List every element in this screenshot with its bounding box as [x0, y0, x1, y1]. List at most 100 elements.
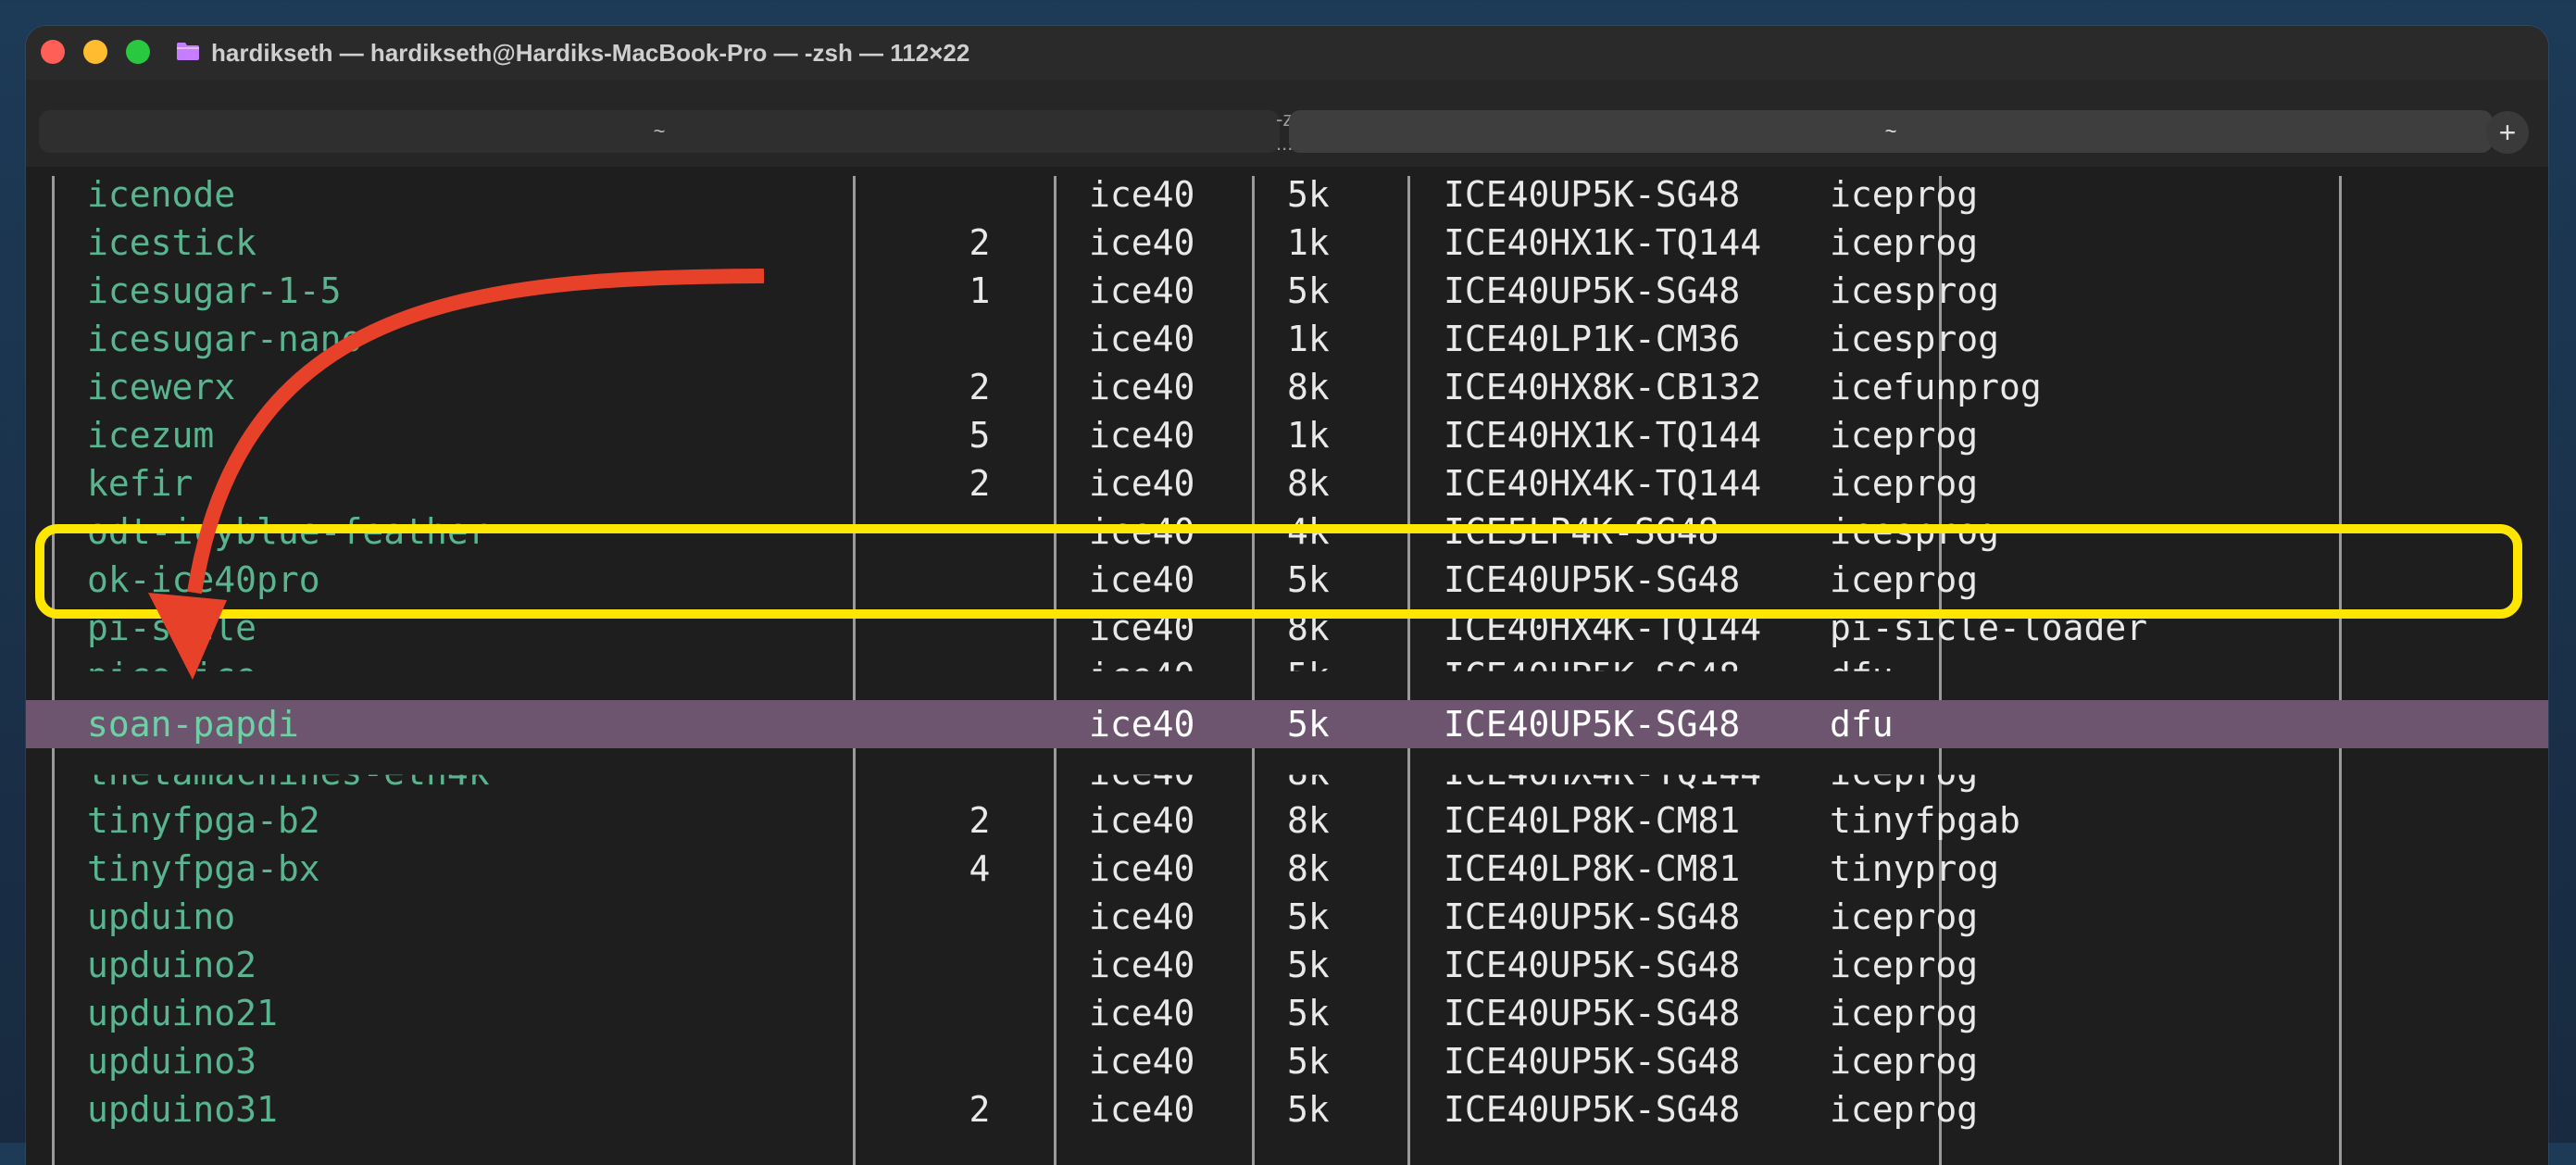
programmer: iceprog — [1830, 993, 1979, 1033]
terminal-output[interactable]: icenode ice40 5k ICE40UP5K-SG48 iceprog icest… — [26, 167, 2548, 1165]
fpga-package: ICE40LP1K-CM36 — [1444, 319, 1741, 359]
fpga-size: 5k — [1287, 945, 1330, 985]
board-count: 1 — [969, 270, 991, 311]
fpga-family: ice40 — [1089, 896, 1195, 937]
board-name: upduino21 — [87, 993, 278, 1033]
board-name: icesugar-1-5 — [87, 270, 342, 311]
fpga-size: 1k — [1287, 319, 1330, 359]
folder-icon — [177, 43, 199, 60]
board-name: upduino2 — [87, 945, 257, 985]
programmer: iceprog — [1830, 1041, 1979, 1082]
fpga-family: ice40 — [1089, 752, 1195, 793]
board-name: soan-papdi — [87, 704, 299, 745]
fpga-size: 5k — [1287, 174, 1330, 215]
board-name: icesugar-nano — [87, 319, 363, 359]
programmer: iceprog — [1830, 174, 1979, 215]
fpga-family: ice40 — [1089, 704, 1195, 745]
programmer: iceprog — [1830, 896, 1979, 937]
fpga-size: 8k — [1287, 752, 1330, 793]
fpga-family: ice40 — [1089, 463, 1195, 504]
board-name: icestick — [87, 222, 257, 263]
fpga-package: ICE40UP5K-SG48 — [1444, 993, 1741, 1033]
programmer: iceprog — [1830, 415, 1979, 456]
table-row: tinyfpga-b2 2 ice40 8k ICE40LP8K-CM81 tinyfpg… — [26, 796, 2548, 845]
board-name: upduino — [87, 896, 236, 937]
programmer: icesprog — [1830, 319, 2000, 359]
table-row: icewerx 2 ice40 8k ICE40HX8K-CB132 icefunprog — [26, 363, 2548, 411]
fpga-family: ice40 — [1089, 222, 1195, 263]
fpga-package: ICE40UP5K-SG48 — [1444, 896, 1741, 937]
fpga-size: 5k — [1287, 896, 1330, 937]
programmer: iceprog — [1830, 752, 1979, 793]
fpga-size: 5k — [1287, 704, 1330, 745]
board-count: 2 — [969, 222, 991, 263]
board-name: icezum — [87, 415, 215, 456]
table-row: icesugar-nano ice40 1k ICE40LP1K-CM36 icespr… — [26, 315, 2548, 363]
fpga-package: ICE40UP5K-SG48 — [1444, 1041, 1741, 1082]
fpga-size: 5k — [1287, 270, 1330, 311]
fpga-package: ICE40UP5K-SG48 — [1444, 945, 1741, 985]
fpga-size: 5k — [1287, 656, 1330, 696]
board-name: upduino3 — [87, 1041, 257, 1082]
table-row-highlighted: soan-papdi ice40 5k ICE40UP5K-SG48 dfu — [26, 700, 2548, 748]
fpga-package: ICE40UP5K-SG48 — [1444, 1089, 1741, 1130]
programmer: iceprog — [1830, 1089, 1979, 1130]
fpga-family: ice40 — [1089, 848, 1195, 889]
fpga-package: ICE40HX1K-TQ144 — [1444, 222, 1762, 263]
fpga-package: ICE40UP5K-SG48 — [1444, 704, 1741, 745]
fpga-package: ICE40LP8K-CM81 — [1444, 848, 1741, 889]
fpga-package: ICE40HX4K-TQ144 — [1444, 463, 1762, 504]
zoom-window-button[interactable] — [126, 40, 150, 64]
table-row: tinyfpga-bx 4 ice40 8k ICE40LP8K-CM81 tinypro… — [26, 845, 2548, 893]
programmer: tinyprog — [1830, 848, 2000, 889]
table-row: icenode ice40 5k ICE40UP5K-SG48 iceprog — [26, 170, 2548, 219]
board-count: 2 — [969, 367, 991, 407]
board-name: tinyfpga-b2 — [87, 800, 320, 841]
board-name: thetamachines-eth4k — [87, 752, 490, 793]
board-name: tinyfpga-bx — [87, 848, 320, 889]
table-row: upduino3 ice40 5k ICE40UP5K-SG48 iceprog — [26, 1037, 2548, 1085]
programmer: dfu — [1830, 704, 1894, 745]
fpga-family: ice40 — [1089, 319, 1195, 359]
table-row: upduino31 2 ice40 5k ICE40UP5K-SG48 iceprog — [26, 1085, 2548, 1134]
fpga-family: ice40 — [1089, 1041, 1195, 1082]
fpga-family: ice40 — [1089, 945, 1195, 985]
table-row: upduino21 ice40 5k ICE40UP5K-SG48 iceprog — [26, 989, 2548, 1037]
fpga-family: ice40 — [1089, 270, 1195, 311]
table-row: icesugar-1-5 1 ice40 5k ICE40UP5K-SG48 icespr… — [26, 267, 2548, 315]
window-title: hardikseth — hardikseth@Hardiks-MacBook-… — [211, 39, 970, 67]
fpga-family: ice40 — [1089, 800, 1195, 841]
board-count: 2 — [969, 800, 991, 841]
tab-bar: ~ -zsh ... ~ + — [26, 80, 2548, 167]
new-tab-button[interactable]: + — [2486, 111, 2529, 154]
title-bar: hardikseth — hardikseth@Hardiks-MacBook-… — [26, 26, 2548, 80]
table-row: kefir 2 ice40 8k ICE40HX4K-TQ144 iceprog — [26, 459, 2548, 507]
tab-home-active[interactable]: ~ — [1289, 110, 2493, 153]
programmer: icesprog — [1830, 270, 2000, 311]
fpga-size: 8k — [1287, 367, 1330, 407]
minimize-window-button[interactable] — [83, 40, 107, 64]
programmer: iceprog — [1830, 463, 1979, 504]
board-name: icewerx — [87, 367, 236, 407]
programmer: iceprog — [1830, 945, 1979, 985]
close-window-button[interactable] — [41, 40, 65, 64]
fpga-package: ICE40HX8K-CB132 — [1444, 367, 1762, 407]
board-name: pico-ice — [87, 656, 257, 696]
fpga-size: 5k — [1287, 1041, 1330, 1082]
programmer: dfu — [1830, 656, 1894, 696]
fpga-package: ICE40UP5K-SG48 — [1444, 270, 1741, 311]
fpga-family: ice40 — [1089, 174, 1195, 215]
fpga-size: 8k — [1287, 848, 1330, 889]
fpga-package: ICE40HX1K-TQ144 — [1444, 415, 1762, 456]
board-name: icenode — [87, 174, 236, 215]
fpga-family: ice40 — [1089, 1089, 1195, 1130]
tab-home[interactable]: ~ — [39, 110, 1280, 153]
fpga-family: ice40 — [1089, 656, 1195, 696]
fpga-size: 8k — [1287, 800, 1330, 841]
table-row: thetamachines-eth4k ice40 8k ICE40HX4K-TQ14… — [26, 752, 2548, 796]
fpga-size: 5k — [1287, 993, 1330, 1033]
fpga-package: ICE40HX4K-TQ144 — [1444, 752, 1762, 793]
fpga-package: ICE40UP5K-SG48 — [1444, 174, 1741, 215]
fpga-family: ice40 — [1089, 415, 1195, 456]
table-row: pico-ice ice40 5k ICE40UP5K-SG48 dfu — [26, 652, 2548, 696]
